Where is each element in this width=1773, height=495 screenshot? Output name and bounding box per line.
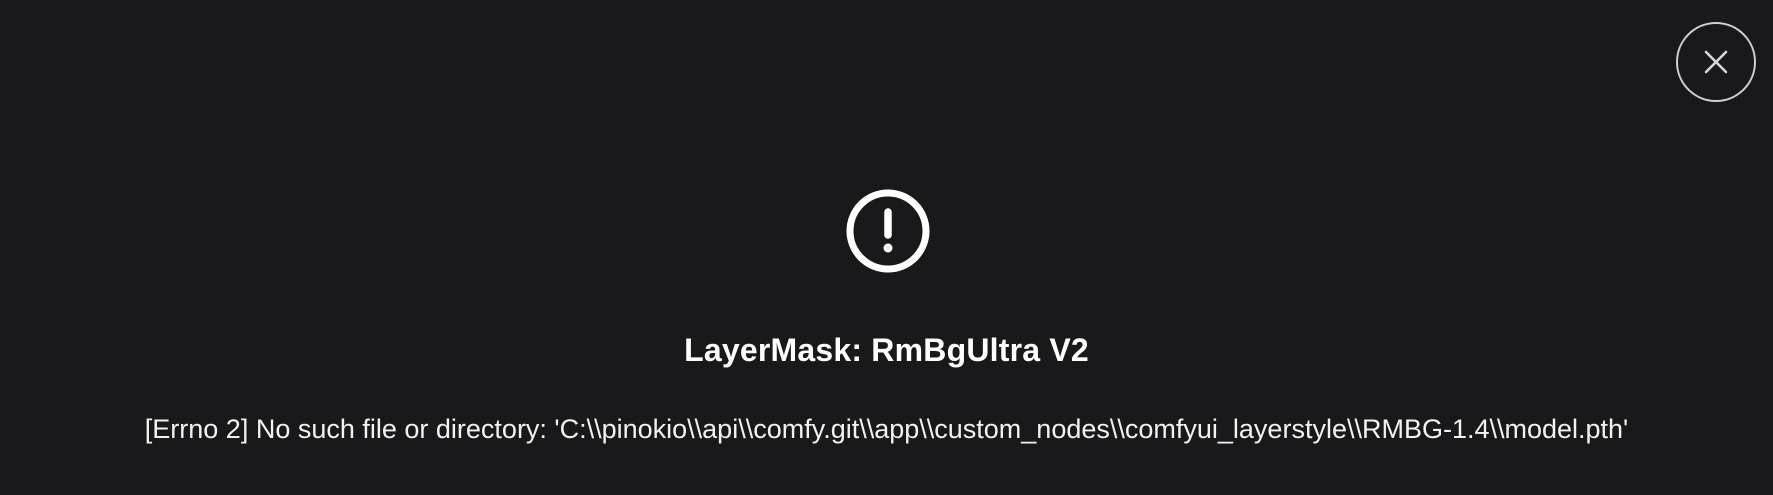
close-button[interactable]	[1676, 22, 1756, 102]
dialog-title: LayerMask: RmBgUltra V2	[684, 332, 1089, 368]
error-dialog: LayerMask: RmBgUltra V2 [Errno 2] No suc…	[0, 0, 1773, 495]
error-message: [Errno 2] No such file or directory: 'C:…	[144, 414, 1629, 444]
alert-circle-icon	[845, 188, 931, 274]
close-icon	[1704, 50, 1728, 74]
